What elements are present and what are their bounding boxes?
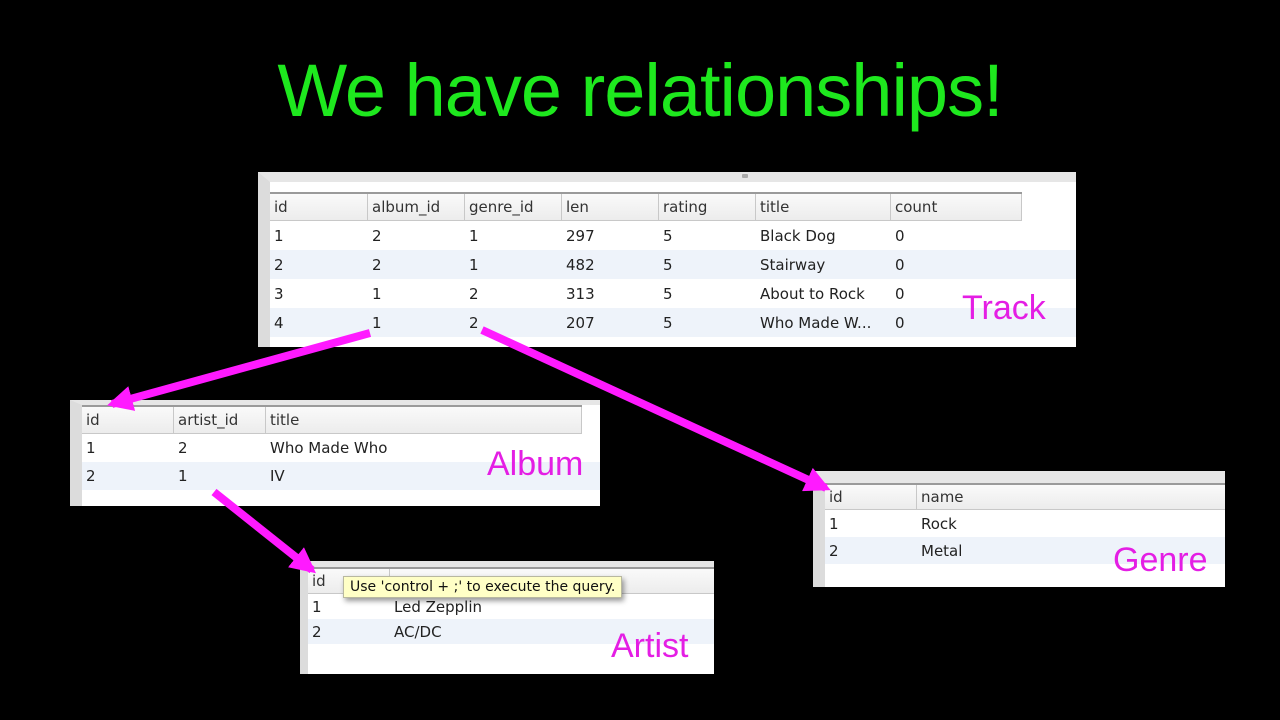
album-id-to-album-arrow [107,329,372,411]
artist-id-to-artist-arrow [211,488,317,574]
relationship-arrows [107,326,831,574]
genre-id-to-genre-arrow [480,326,831,492]
